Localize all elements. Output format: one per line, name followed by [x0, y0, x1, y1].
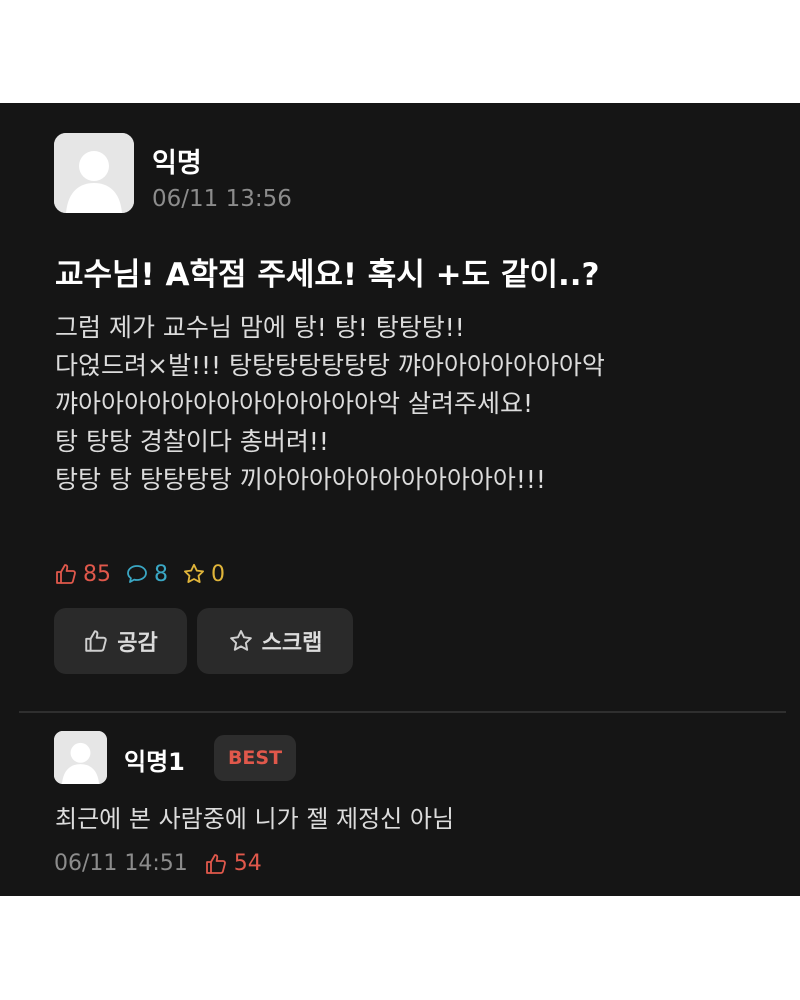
- comment-count-value: 8: [154, 561, 168, 587]
- post-screen: 익명 06/11 13:56 교수님! A학점 주세요! 혹시 +도 같이..?…: [0, 103, 800, 896]
- post-body-line: 그럼 제가 교수님 맘에 탕! 탕! 탕탕탕!!: [55, 313, 465, 342]
- comment-author-avatar[interactable]: [54, 731, 107, 784]
- post-body-line: 꺄아아아아아아아아아아아아아악 살려주세요!: [55, 389, 533, 418]
- default-user-avatar-icon: [54, 133, 134, 213]
- thumbs-up-icon: [85, 630, 107, 652]
- best-badge: BEST: [214, 735, 296, 781]
- post-body: 그럼 제가 교수님 맘에 탕! 탕! 탕탕탕!! 다얹드려×발!!! 탕탕탕탕탕…: [55, 309, 775, 499]
- empathy-button[interactable]: 공감: [54, 608, 187, 674]
- author-avatar[interactable]: [54, 133, 134, 213]
- default-user-avatar-icon: [54, 731, 107, 784]
- post-timestamp: 06/11 13:56: [152, 186, 292, 212]
- post-body-line: 탕탕 탕 탕탕탕탕 끼아아아아아아아아아아아!!!: [55, 465, 546, 494]
- scrap-count: 0: [182, 562, 225, 587]
- comment-meta: 06/11 14:51 54: [54, 851, 262, 876]
- like-count: 85: [54, 562, 111, 587]
- star-icon: [229, 630, 252, 651]
- comment-body: 최근에 본 사람중에 니가 젤 제정신 아님: [55, 805, 455, 833]
- empathy-button-label: 공감: [117, 631, 158, 656]
- post-title: 교수님! A학점 주세요! 혹시 +도 같이..?: [55, 257, 600, 293]
- like-count-value: 85: [83, 561, 111, 587]
- thumbs-up-icon: [205, 853, 226, 874]
- author-name: 익명: [152, 148, 202, 179]
- speech-bubble-icon: [127, 565, 147, 583]
- comment-author-name: 익명1: [124, 748, 185, 776]
- comment-timestamp: 06/11 14:51: [54, 851, 188, 876]
- comment-like-button[interactable]: 54: [204, 851, 262, 876]
- post-stats: 85 8 0: [54, 559, 225, 589]
- star-icon: [184, 563, 204, 583]
- post-body-line: 다얹드려×발!!! 탕탕탕탕탕탕탕 꺄아아아아아아아악: [55, 351, 605, 380]
- section-divider: [19, 711, 786, 713]
- scrap-count-value: 0: [211, 561, 225, 587]
- thumbs-up-icon: [56, 564, 76, 584]
- comment-like-count: 54: [233, 851, 262, 876]
- comment-count: 8: [125, 562, 168, 587]
- post-body-line: 탕 탕탕 경찰이다 총버려!!: [55, 427, 329, 456]
- scrap-button-label: 스크랩: [261, 631, 323, 656]
- scrap-button[interactable]: 스크랩: [197, 608, 353, 674]
